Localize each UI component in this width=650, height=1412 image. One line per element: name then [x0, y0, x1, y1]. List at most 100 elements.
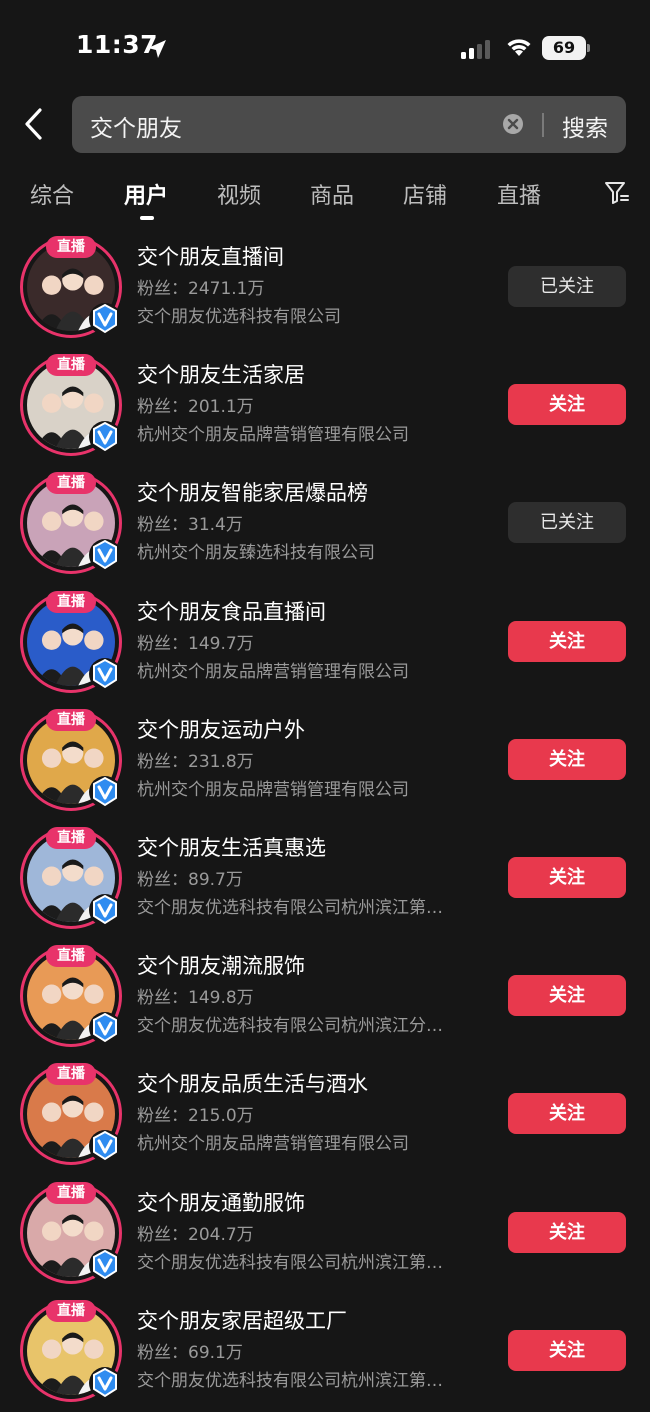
screen: 11:37 69 交个朋友 搜索 综合 用户 视频 商品 店铺 直播 直播 交个… [0, 0, 650, 1412]
wifi-icon [507, 39, 531, 56]
avatar[interactable]: 直播 [20, 708, 122, 811]
user-name: 交个朋友生活家居 [137, 363, 305, 388]
list-item[interactable]: 直播 交个朋友生活家居 粉丝：201.1万 杭州交个朋友品牌营销管理有限公司 关… [0, 346, 650, 464]
follow-button[interactable]: 关注 [508, 1329, 626, 1371]
follow-button[interactable]: 关注 [508, 738, 626, 780]
follower-count: 粉丝：149.8万 [137, 988, 254, 1009]
follow-button[interactable]: 关注 [508, 856, 626, 898]
user-name: 交个朋友潮流服饰 [137, 954, 305, 979]
user-info: 交个朋友家居超级工厂 粉丝：69.1万 交个朋友优选科技有限公司杭州滨江第… [137, 1306, 497, 1394]
tab-shops[interactable]: 店铺 [403, 178, 447, 210]
verified-icon [89, 539, 121, 572]
user-name: 交个朋友通勤服饰 [137, 1190, 305, 1215]
search-divider [542, 113, 544, 137]
avatar[interactable]: 直播 [20, 472, 122, 575]
live-badge: 直播 [46, 945, 96, 968]
follower-count: 粉丝：2471.1万 [137, 279, 265, 299]
back-arrow-icon[interactable] [20, 106, 48, 142]
follow-button[interactable]: 关注 [508, 975, 626, 1017]
tab-products[interactable]: 商品 [310, 178, 354, 210]
verified-icon [89, 775, 121, 808]
tab-comprehensive[interactable]: 综合 [30, 178, 74, 210]
category-tabs: 综合 用户 视频 商品 店铺 直播 [0, 172, 650, 222]
tab-live[interactable]: 直播 [497, 178, 541, 210]
follower-count: 粉丝：149.7万 [137, 633, 254, 654]
user-info: 交个朋友生活家居 粉丝：201.1万 杭州交个朋友品牌营销管理有限公司 [137, 360, 497, 448]
company-name: 杭州交个朋友品牌营销管理有限公司 [137, 1134, 409, 1155]
user-info: 交个朋友直播间 粉丝：2471.1万 交个朋友优选科技有限公司 [137, 242, 497, 330]
user-name: 交个朋友直播间 [137, 245, 284, 269]
company-name: 交个朋友优选科技有限公司 [137, 307, 341, 327]
list-item[interactable]: 直播 交个朋友智能家居爆品榜 粉丝：31.4万 杭州交个朋友臻选科技有限公司 已… [0, 464, 650, 582]
avatar[interactable]: 直播 [20, 236, 122, 338]
list-item[interactable]: 直播 交个朋友通勤服饰 粉丝：204.7万 交个朋友优选科技有限公司杭州滨江第…… [0, 1174, 650, 1292]
list-item[interactable]: 直播 交个朋友家居超级工厂 粉丝：69.1万 交个朋友优选科技有限公司杭州滨江第… [0, 1292, 650, 1410]
follower-count: 粉丝：31.4万 [137, 515, 243, 536]
follower-count: 粉丝：89.7万 [137, 869, 243, 890]
list-item[interactable]: 直播 交个朋友直播间 粉丝：2471.1万 交个朋友优选科技有限公司 已关注 [0, 228, 650, 346]
user-info: 交个朋友生活真惠选 粉丝：89.7万 交个朋友优选科技有限公司杭州滨江第… [137, 833, 497, 921]
avatar[interactable]: 直播 [20, 354, 122, 457]
list-item[interactable]: 直播 交个朋友生活真惠选 粉丝：89.7万 交个朋友优选科技有限公司杭州滨江第…… [0, 819, 650, 937]
user-results-list: 直播 交个朋友直播间 粉丝：2471.1万 交个朋友优选科技有限公司 已关注 直… [0, 228, 650, 1410]
list-item[interactable]: 直播 交个朋友潮流服饰 粉丝：149.8万 交个朋友优选科技有限公司杭州滨江分…… [0, 937, 650, 1055]
battery-indicator: 69 [542, 36, 590, 60]
live-badge: 直播 [46, 1181, 96, 1204]
list-item[interactable]: 直播 交个朋友运动户外 粉丝：231.8万 杭州交个朋友品牌营销管理有限公司 关… [0, 701, 650, 819]
avatar[interactable]: 直播 [20, 1181, 122, 1284]
list-item[interactable]: 直播 交个朋友品质生活与酒水 粉丝：215.0万 杭州交个朋友品牌营销管理有限公… [0, 1055, 650, 1173]
live-badge: 直播 [46, 1063, 96, 1086]
following-button[interactable]: 已关注 [508, 502, 626, 544]
verified-icon [89, 1012, 121, 1045]
verified-icon [89, 893, 121, 926]
search-input[interactable]: 交个朋友 搜索 [72, 96, 626, 153]
live-badge: 直播 [46, 1299, 96, 1322]
follow-button[interactable]: 关注 [508, 620, 626, 662]
follow-button[interactable]: 关注 [508, 384, 626, 426]
follow-button[interactable]: 关注 [508, 1211, 626, 1253]
list-item[interactable]: 直播 交个朋友食品直播间 粉丝：149.7万 杭州交个朋友品牌营销管理有限公司 … [0, 583, 650, 701]
battery-level: 69 [552, 38, 576, 57]
follower-count: 粉丝：69.1万 [137, 1342, 243, 1363]
avatar[interactable]: 直播 [20, 1063, 122, 1166]
tab-users[interactable]: 用户 [124, 178, 168, 210]
user-info: 交个朋友智能家居爆品榜 粉丝：31.4万 杭州交个朋友臻选科技有限公司 [137, 478, 497, 566]
active-tab-indicator [140, 216, 154, 220]
verified-icon [89, 1366, 121, 1399]
user-info: 交个朋友潮流服饰 粉丝：149.8万 交个朋友优选科技有限公司杭州滨江分… [137, 951, 497, 1039]
verified-icon [89, 1248, 121, 1281]
company-name: 交个朋友优选科技有限公司杭州滨江第… [137, 1252, 443, 1273]
following-button[interactable]: 已关注 [508, 266, 626, 307]
user-name: 交个朋友食品直播间 [137, 599, 326, 624]
company-name: 交个朋友优选科技有限公司杭州滨江分… [137, 1016, 443, 1037]
user-name: 交个朋友运动户外 [137, 717, 305, 742]
user-name: 交个朋友家居超级工厂 [137, 1308, 347, 1333]
company-name: 杭州交个朋友品牌营销管理有限公司 [137, 779, 409, 800]
user-name: 交个朋友生活真惠选 [137, 835, 326, 860]
tab-videos[interactable]: 视频 [217, 178, 261, 210]
live-badge: 直播 [46, 236, 96, 258]
verified-icon [89, 657, 121, 690]
follow-button[interactable]: 关注 [508, 1093, 626, 1135]
follower-count: 粉丝：215.0万 [137, 1106, 254, 1127]
avatar[interactable]: 直播 [20, 945, 122, 1048]
user-info: 交个朋友食品直播间 粉丝：149.7万 杭州交个朋友品牌营销管理有限公司 [137, 597, 497, 685]
location-arrow-icon [148, 40, 166, 58]
live-badge: 直播 [46, 354, 96, 377]
live-badge: 直播 [46, 708, 96, 731]
follower-count: 粉丝：231.8万 [137, 751, 254, 772]
live-badge: 直播 [46, 472, 96, 495]
search-query[interactable]: 交个朋友 [90, 109, 182, 143]
search-button[interactable]: 搜索 [562, 109, 608, 143]
verified-icon [89, 303, 121, 335]
verified-icon [89, 421, 121, 454]
live-badge: 直播 [46, 590, 96, 613]
live-badge: 直播 [46, 826, 96, 849]
user-name: 交个朋友品质生活与酒水 [137, 1072, 368, 1097]
clear-icon[interactable] [502, 113, 524, 135]
avatar[interactable]: 直播 [20, 590, 122, 693]
avatar[interactable]: 直播 [20, 826, 122, 929]
user-info: 交个朋友运动户外 粉丝：231.8万 杭州交个朋友品牌营销管理有限公司 [137, 715, 497, 803]
filter-icon[interactable] [604, 180, 630, 206]
avatar[interactable]: 直播 [20, 1299, 122, 1402]
